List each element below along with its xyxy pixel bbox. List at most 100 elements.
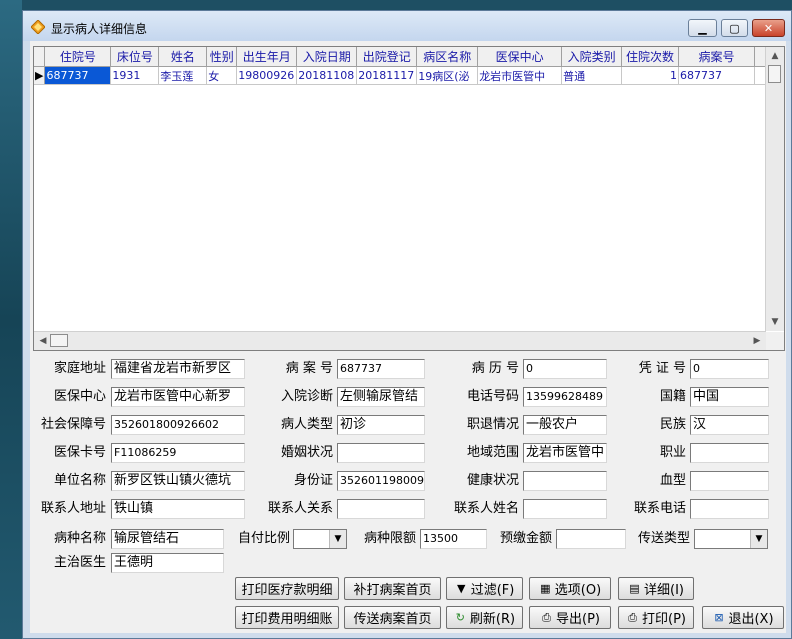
home-address-field[interactable]: 福建省龙岩市新罗区 [111, 359, 245, 379]
case-no-field[interactable]: 687737 [337, 359, 425, 379]
cell-insurance-center[interactable]: 龙岩市医管中 [477, 66, 563, 85]
close-icon: ✕ [763, 21, 774, 35]
social-security-field[interactable]: 352601800926602 [111, 415, 245, 435]
health-field[interactable] [523, 471, 607, 491]
contact-relation-field[interactable] [337, 499, 425, 519]
printer-icon: ⎙ [628, 611, 637, 624]
voucher-no-field[interactable]: 0 [690, 359, 769, 379]
column-header-partial[interactable] [754, 47, 766, 67]
scroll-right-icon[interactable]: ▶ [749, 333, 765, 349]
attending-doctor-field[interactable]: 王德明 [111, 553, 224, 573]
send-type-label: 传送类型 [637, 531, 690, 546]
column-header[interactable]: 出院登记 [356, 47, 418, 67]
button-label: 打印医疗款明细 [241, 583, 333, 598]
dropdown-arrow-icon[interactable]: ▼ [750, 530, 767, 548]
history-no-field[interactable]: 0 [523, 359, 607, 379]
refresh-button[interactable]: ↻ 刷新(R) [446, 606, 523, 629]
cell-ward[interactable]: 19病区(泌 [416, 66, 479, 85]
print-fee-detail-button[interactable]: 打印费用明细账 [235, 606, 339, 629]
phone-field[interactable]: 13599628489 [523, 387, 607, 407]
dropdown-arrow-icon[interactable]: ▼ [329, 530, 346, 548]
button-label: 补打病案首页 [353, 583, 432, 598]
column-header[interactable]: 床位号 [110, 47, 160, 67]
cell-case-no[interactable]: 687737 [678, 66, 755, 85]
column-header[interactable]: 住院次数 [621, 47, 680, 67]
funnel-icon: ▼ [456, 582, 466, 595]
employer-field[interactable]: 新罗区铁山镇火德坑 [111, 471, 245, 491]
reprint-case-front-button[interactable]: 补打病案首页 [344, 577, 441, 600]
cell-name[interactable]: 李玉莲 [158, 66, 208, 85]
column-header[interactable]: 住院号 [44, 47, 112, 67]
column-header[interactable]: 病案号 [678, 47, 755, 67]
cell-bed-no[interactable]: 1931 [110, 66, 160, 85]
disease-name-field[interactable]: 输尿管结石 [111, 529, 224, 549]
cell-partial[interactable] [754, 66, 766, 85]
printer-icon: ⎙ [542, 611, 551, 624]
export-button[interactable]: ⎙ 导出(P) [529, 606, 611, 629]
region-field[interactable]: 龙岩市医管中 [523, 443, 607, 463]
detail-button[interactable]: ▤ 详细(I) [618, 577, 694, 600]
column-header[interactable]: 入院日期 [296, 47, 358, 67]
patient-type-field[interactable]: 初诊 [337, 415, 425, 435]
occupation-label: 职业 [659, 445, 686, 460]
column-header[interactable]: 性别 [206, 47, 238, 67]
send-case-front-button[interactable]: 传送病案首页 [344, 606, 441, 629]
document-icon: ▤ [629, 582, 640, 595]
send-type-select[interactable]: ▼ [694, 529, 768, 549]
cell-admission-no[interactable]: 687737 [44, 66, 112, 85]
column-header[interactable]: 入院类别 [561, 47, 623, 67]
insurance-center-label: 医保中心 [53, 389, 106, 404]
insurance-center-field[interactable]: 龙岩市医管中心新罗 [111, 387, 245, 407]
column-header[interactable]: 出生年月 [236, 47, 298, 67]
cell-gender[interactable]: 女 [206, 66, 238, 85]
vertical-scrollbar[interactable]: ▲ ▼ [765, 47, 784, 331]
close-button[interactable]: ✕ [752, 19, 785, 37]
column-header[interactable]: 姓名 [158, 47, 208, 67]
scroll-thumb-vertical[interactable] [768, 65, 781, 83]
scroll-corner [766, 332, 784, 350]
button-label: 详细(I) [644, 583, 684, 598]
scroll-thumb-horizontal[interactable] [50, 334, 68, 347]
scroll-down-icon[interactable]: ▼ [767, 314, 783, 330]
options-button[interactable]: ▦ 选项(O) [529, 577, 611, 600]
self-pay-ratio-select[interactable]: ▼ [293, 529, 347, 549]
column-header[interactable]: 医保中心 [477, 47, 563, 67]
id-card-field[interactable]: 352601198009 [337, 471, 425, 491]
exit-button[interactable]: ⊠ 退出(X) [702, 606, 784, 629]
minimize-icon: ▁ [698, 21, 707, 35]
filter-button[interactable]: ▼ 过滤(F) [446, 577, 523, 600]
marital-field[interactable] [337, 443, 425, 463]
cell-admit-count[interactable]: 1 [621, 66, 680, 85]
header-indicator [34, 47, 46, 67]
contact-phone-field[interactable] [690, 499, 769, 519]
cell-discharge-date[interactable]: 20181117 [356, 66, 418, 85]
disease-limit-field[interactable]: 13500 [420, 529, 487, 549]
grid-table: 住院号 床位号 姓名 性别 出生年月 入院日期 出院登记 病区名称 医保中心 入… [34, 47, 766, 85]
retirement-field[interactable]: 一般农户 [523, 415, 607, 435]
prepay-field[interactable] [556, 529, 626, 549]
maximize-button[interactable]: ▢ [721, 19, 748, 37]
scroll-left-icon[interactable]: ◀ [35, 333, 51, 349]
print-medical-detail-button[interactable]: 打印医疗款明细 [235, 577, 339, 600]
horizontal-scrollbar[interactable]: ◀ ▶ [34, 331, 766, 350]
admit-diagnosis-field[interactable]: 左侧输尿管结 [337, 387, 425, 407]
cell-admit-type[interactable]: 普通 [561, 66, 623, 85]
title-bar[interactable]: 显示病人详细信息 ▁ ▢ ✕ [23, 11, 791, 41]
occupation-field[interactable] [690, 443, 769, 463]
column-header[interactable]: 病区名称 [416, 47, 479, 67]
cell-birth[interactable]: 19800926 [236, 66, 298, 85]
contact-address-field[interactable]: 铁山镇 [111, 499, 245, 519]
id-card-label: 身份证 [293, 473, 333, 488]
cell-admit-date[interactable]: 20181108 [296, 66, 358, 85]
scroll-up-icon[interactable]: ▲ [767, 48, 783, 64]
minimize-button[interactable]: ▁ [688, 19, 717, 37]
region-label: 地域范围 [466, 445, 519, 460]
blood-type-field[interactable] [690, 471, 769, 491]
insurance-card-field[interactable]: F11086259 [111, 443, 245, 463]
nationality-field[interactable]: 中国 [690, 387, 769, 407]
print-button[interactable]: ⎙ 打印(P) [618, 606, 694, 629]
patient-grid[interactable]: 住院号 床位号 姓名 性别 出生年月 入院日期 出院登记 病区名称 医保中心 入… [33, 46, 785, 351]
table-row[interactable]: ▶ 687737 1931 李玉莲 女 19800926 20181108 20… [34, 66, 766, 85]
ethnicity-field[interactable]: 汉 [690, 415, 769, 435]
contact-name-field[interactable] [523, 499, 607, 519]
